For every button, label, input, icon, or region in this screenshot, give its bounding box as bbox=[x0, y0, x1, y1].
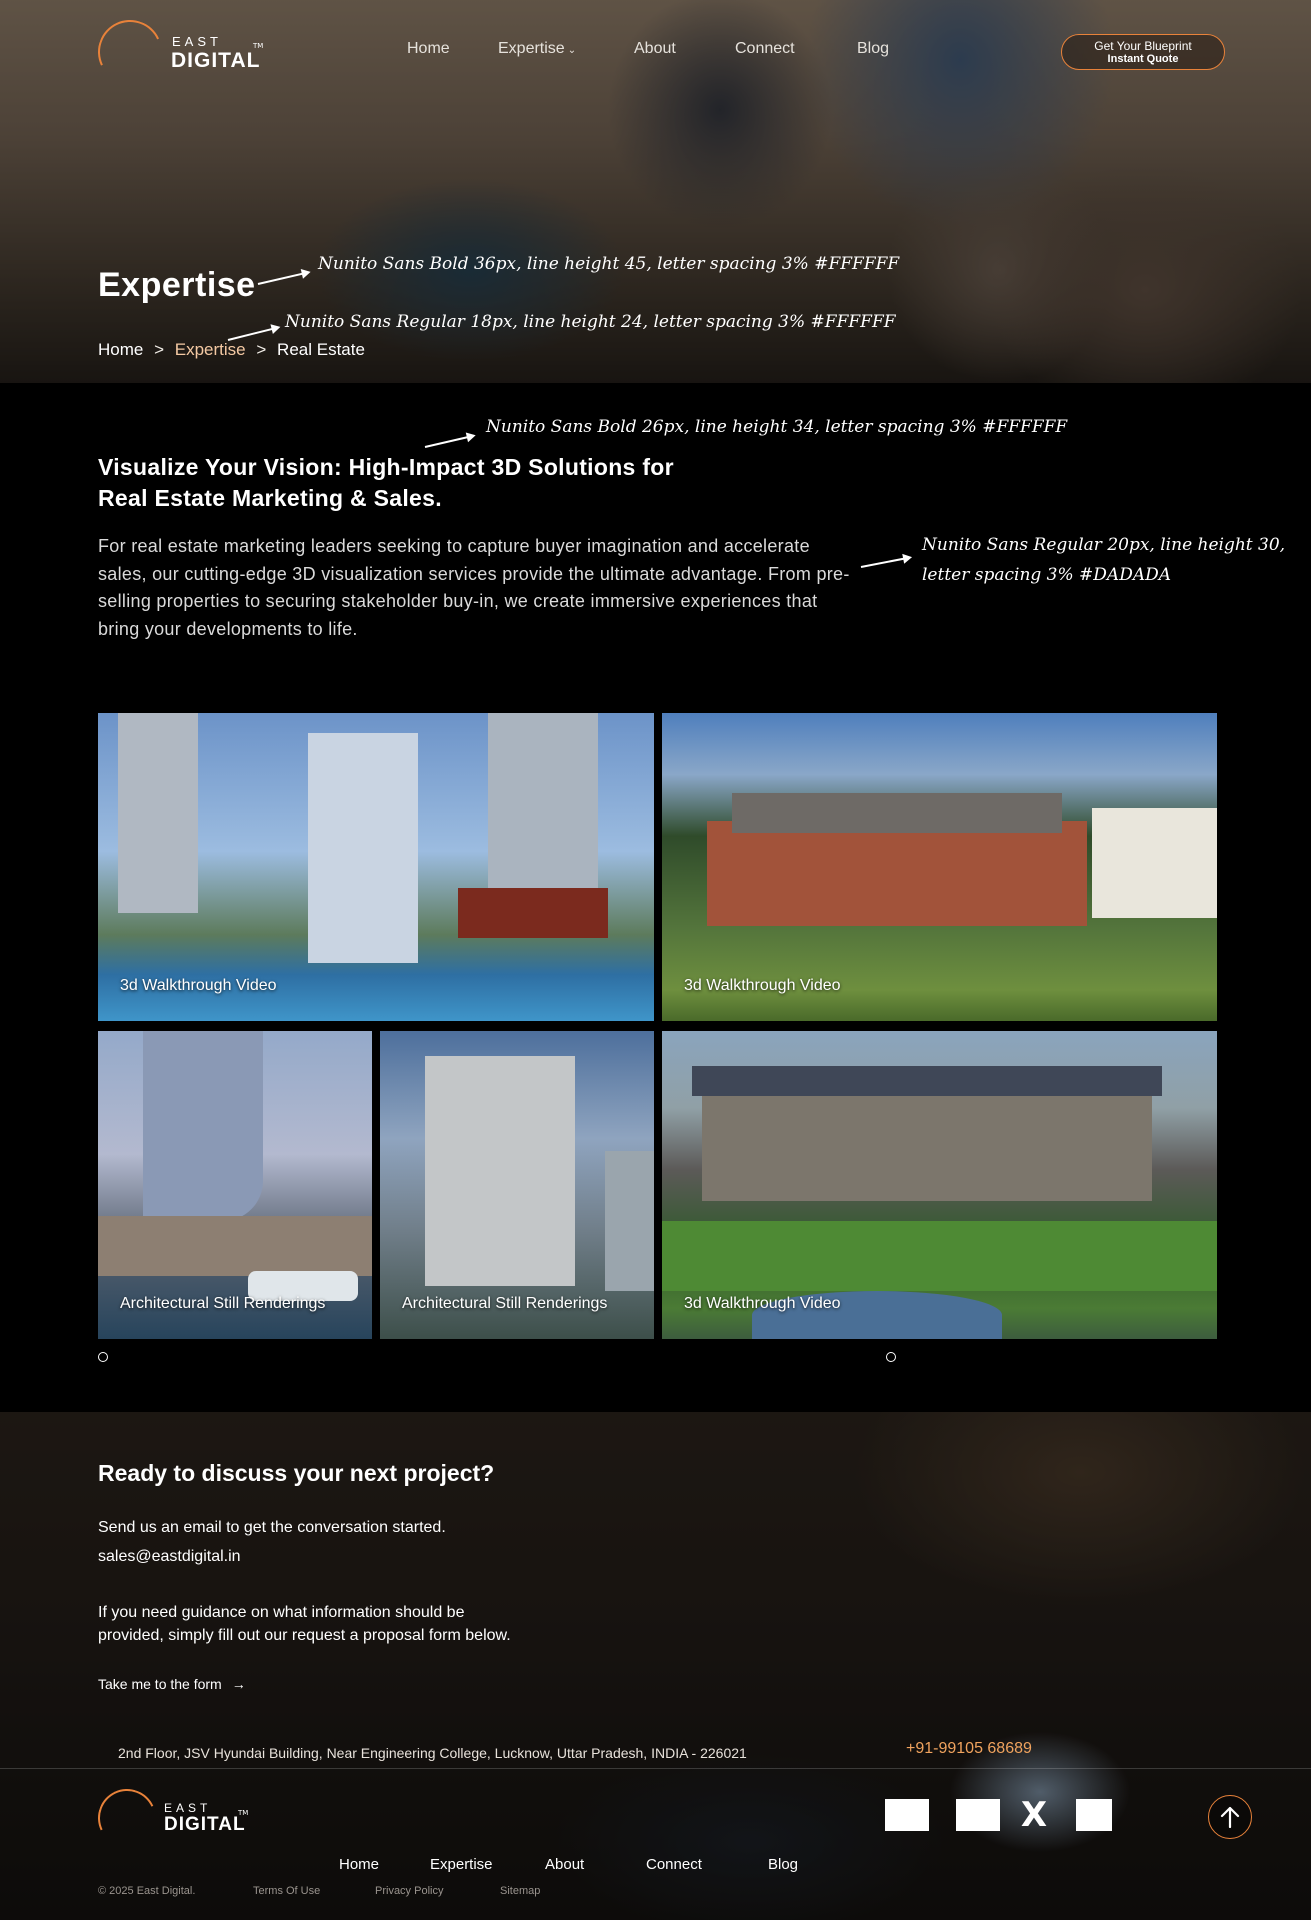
location-icon bbox=[98, 1352, 108, 1362]
annotation-arrow-icon bbox=[424, 434, 474, 448]
form-link[interactable]: Take me to the form → bbox=[98, 1676, 246, 1692]
annotation-note: Nunito Sans Regular 18px, line height 24… bbox=[285, 312, 896, 332]
phone-link[interactable]: +91-99105 68689 bbox=[906, 1740, 1032, 1758]
arrow-right-icon: → bbox=[231, 1676, 246, 1692]
annotation-note: Nunito Sans Regular 20px, line height 30… bbox=[922, 535, 1286, 555]
high-rise-pool-render bbox=[308, 733, 418, 963]
tower-left-shape bbox=[118, 713, 198, 913]
breadcrumb-home[interactable]: Home bbox=[98, 340, 143, 359]
get-blueprint-button[interactable]: Get Your Blueprint Instant Quote bbox=[1061, 34, 1225, 70]
apartment-block-render bbox=[425, 1056, 575, 1286]
address-text: 2nd Floor, JSV Hyundai Building, Near En… bbox=[118, 1745, 747, 1761]
gallery-tile[interactable]: 3d Walkthrough Video bbox=[662, 1031, 1217, 1339]
scroll-to-top-button[interactable] bbox=[1208, 1795, 1252, 1839]
page-title: Expertise bbox=[98, 266, 256, 304]
nav-expertise-label: Expertise bbox=[498, 40, 565, 57]
phone-icon bbox=[886, 1352, 896, 1362]
white-house-shape bbox=[1092, 808, 1217, 918]
intro-heading-line1: Visualize Your Vision: High-Impact 3D So… bbox=[98, 454, 674, 480]
breadcrumb: Home > Expertise > Real Estate bbox=[98, 340, 371, 360]
terms-link[interactable]: Terms Of Use bbox=[253, 1885, 320, 1897]
breadcrumb-expertise[interactable]: Expertise bbox=[175, 340, 246, 359]
roof-shape bbox=[692, 1066, 1162, 1096]
curved-tower-render bbox=[143, 1031, 263, 1221]
form-link-label: Take me to the form bbox=[98, 1676, 222, 1692]
footer-divider bbox=[0, 1768, 1311, 1769]
breadcrumb-separator: > bbox=[256, 340, 267, 359]
cta-line1: Get Your Blueprint bbox=[1094, 39, 1192, 53]
footer-nav-home[interactable]: Home bbox=[339, 1856, 379, 1873]
breadcrumb-separator: > bbox=[154, 340, 165, 359]
privacy-link[interactable]: Privacy Policy bbox=[375, 1885, 443, 1897]
logo-tm-mark: TM bbox=[238, 1809, 249, 1817]
annotation-note: Nunito Sans Bold 36px, line height 45, l… bbox=[318, 254, 900, 274]
facebook-icon[interactable] bbox=[885, 1799, 929, 1831]
footer-nav-expertise[interactable]: Expertise bbox=[430, 1856, 493, 1873]
x-icon[interactable]: X bbox=[1012, 1798, 1056, 1832]
tile-caption: Architectural Still Renderings bbox=[120, 1295, 326, 1312]
gallery-tile[interactable]: 3d Walkthrough Video bbox=[662, 713, 1217, 1021]
sitemap-link[interactable]: Sitemap bbox=[500, 1885, 540, 1897]
breadcrumb-current: Real Estate bbox=[277, 340, 365, 359]
instagram-icon[interactable] bbox=[956, 1799, 1000, 1831]
cta-line2: Instant Quote bbox=[1107, 53, 1179, 65]
annotation-arrow-icon bbox=[860, 556, 911, 568]
tile-caption: 3d Walkthrough Video bbox=[684, 1295, 841, 1312]
intro-paragraph: For real estate marketing leaders seekin… bbox=[98, 536, 850, 639]
logo-digital-text: DIGITAL bbox=[164, 1814, 246, 1835]
nav-blog[interactable]: Blog bbox=[857, 40, 889, 58]
arrow-up-icon bbox=[1220, 1806, 1240, 1828]
annotation-note: letter spacing 3% #DADADA bbox=[922, 565, 1172, 585]
guidance-text: If you need guidance on what information… bbox=[98, 1604, 511, 1644]
tile-caption: 3d Walkthrough Video bbox=[684, 977, 841, 994]
logo-arc-icon bbox=[89, 1780, 165, 1856]
gallery-tile[interactable]: Architectural Still Renderings bbox=[380, 1031, 654, 1339]
linkedin-icon[interactable] bbox=[1076, 1799, 1112, 1831]
villa-garden-render bbox=[702, 1091, 1152, 1201]
contact-section: Ready to discuss your next project? Send… bbox=[0, 1412, 1311, 1920]
tile-caption: Architectural Still Renderings bbox=[402, 1295, 608, 1312]
footer-nav-about[interactable]: About bbox=[545, 1856, 584, 1873]
logo-east-text: EAST bbox=[164, 1801, 212, 1815]
lawn-shape bbox=[662, 1221, 1217, 1291]
nav-about[interactable]: About bbox=[634, 40, 676, 58]
gallery-tile[interactable]: Architectural Still Renderings bbox=[98, 1031, 372, 1339]
brick-house-render bbox=[707, 821, 1087, 926]
intro-heading-line2: Real Estate Marketing & Sales. bbox=[98, 485, 442, 511]
copyright-text: © 2025 East Digital. bbox=[98, 1885, 196, 1897]
tile-caption: 3d Walkthrough Video bbox=[120, 977, 277, 994]
footer-nav-blog[interactable]: Blog bbox=[768, 1856, 798, 1873]
nav-connect[interactable]: Connect bbox=[735, 40, 795, 58]
annotation-note: Nunito Sans Bold 26px, line height 34, l… bbox=[486, 417, 1068, 437]
email-link[interactable]: sales@eastdigital.in bbox=[98, 1548, 241, 1566]
side-building-shape bbox=[605, 1151, 654, 1291]
nav-home[interactable]: Home bbox=[407, 40, 450, 58]
contact-heading: Ready to discuss your next project? bbox=[98, 1460, 495, 1486]
footer-logo[interactable]: EAST DIGITAL TM bbox=[89, 1780, 249, 1856]
gallery-tile[interactable]: 3d Walkthrough Video bbox=[98, 713, 654, 1021]
roof-shape bbox=[732, 793, 1062, 833]
chevron-down-icon: ⌄ bbox=[567, 45, 577, 56]
intro-heading: Visualize Your Vision: High-Impact 3D So… bbox=[98, 452, 738, 514]
nav-expertise[interactable]: Expertise ⌄ bbox=[498, 40, 576, 58]
footer-nav-connect[interactable]: Connect bbox=[646, 1856, 702, 1873]
podium-shape bbox=[98, 1216, 372, 1276]
gazebo-shape bbox=[458, 888, 608, 938]
email-prompt: Send us an email to get the conversation… bbox=[98, 1519, 446, 1536]
